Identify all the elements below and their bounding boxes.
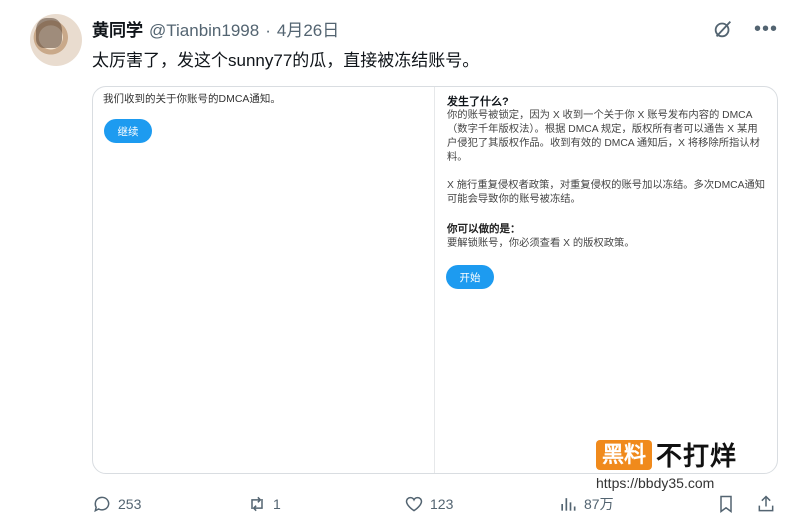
- attached-image-card[interactable]: 我们收到的关于你账号的DMCA通知。 继续 发生了什么? 你的账号被锁定，因为 …: [92, 86, 778, 474]
- watermark: 黑料 不打烊 https://bbdy35.com: [596, 436, 737, 491]
- reply-count: 253: [118, 496, 142, 512]
- explanation-title: 发生了什么?: [447, 96, 509, 108]
- start-button[interactable]: 开始: [446, 265, 494, 289]
- retweet-count: 1: [273, 496, 281, 512]
- retweet-button[interactable]: 1: [247, 494, 281, 514]
- like-count: 123: [430, 496, 454, 512]
- tweet-date[interactable]: 4月26日: [277, 16, 339, 41]
- views-button[interactable]: 87万: [558, 494, 614, 514]
- bookmark-button[interactable]: [716, 494, 736, 514]
- what-you-can-do-title: 你可以做的是：: [447, 223, 521, 235]
- share-button[interactable]: [756, 494, 776, 514]
- explanation-paragraph-1: 你的账号被锁定，因为 X 收到一个关于你 X 账号发布内容的 DMCA（数字千年…: [447, 110, 760, 163]
- what-you-can-do-text: 要解锁账号，你必须查看 X 的版权政策。: [447, 238, 635, 249]
- grok-icon[interactable]: [712, 18, 734, 40]
- more-options-icon[interactable]: •••: [754, 19, 778, 39]
- explanation-pane: 发生了什么? 你的账号被锁定，因为 X 收到一个关于你 X 账号发布内容的 DM…: [436, 87, 777, 473]
- separator: ·: [265, 21, 271, 40]
- header-icons: •••: [712, 18, 778, 40]
- tweet-header: 黄同学 @Tianbin1998 · 4月26日: [92, 16, 339, 41]
- tweet-text: 太厉害了，发这个sunny77的瓜，直接被冻结账号。: [92, 51, 480, 70]
- views-chart-icon: [561, 498, 576, 511]
- avatar[interactable]: [30, 14, 82, 66]
- watermark-url: https://bbdy35.com: [596, 475, 715, 491]
- dmca-notice-pane: 我们收到的关于你账号的DMCA通知。 继续: [93, 87, 435, 473]
- continue-button[interactable]: 继续: [104, 119, 152, 143]
- retweet-icon: [251, 496, 263, 512]
- reply-icon: [94, 496, 110, 513]
- heart-icon: [405, 496, 423, 512]
- like-button[interactable]: 123: [404, 494, 453, 514]
- bookmark-icon: [720, 495, 732, 513]
- view-count: 87万: [584, 496, 614, 512]
- watermark-badge: 黑料: [596, 439, 653, 470]
- explanation-paragraph-2: X 施行重复侵权者政策，对重复侵权的账号加以冻结。多次DMCA通知可能会导致你的…: [447, 180, 766, 205]
- author-name[interactable]: 黄同学: [92, 16, 143, 41]
- action-bar: 253 1 123 87万: [92, 494, 780, 516]
- author-handle[interactable]: @Tianbin1998: [149, 21, 259, 41]
- reply-button[interactable]: 253: [92, 494, 141, 514]
- watermark-text: 不打烊: [656, 441, 738, 471]
- dmca-notice-text: 我们收到的关于你账号的DMCA通知。: [103, 93, 281, 105]
- share-icon: [758, 495, 774, 512]
